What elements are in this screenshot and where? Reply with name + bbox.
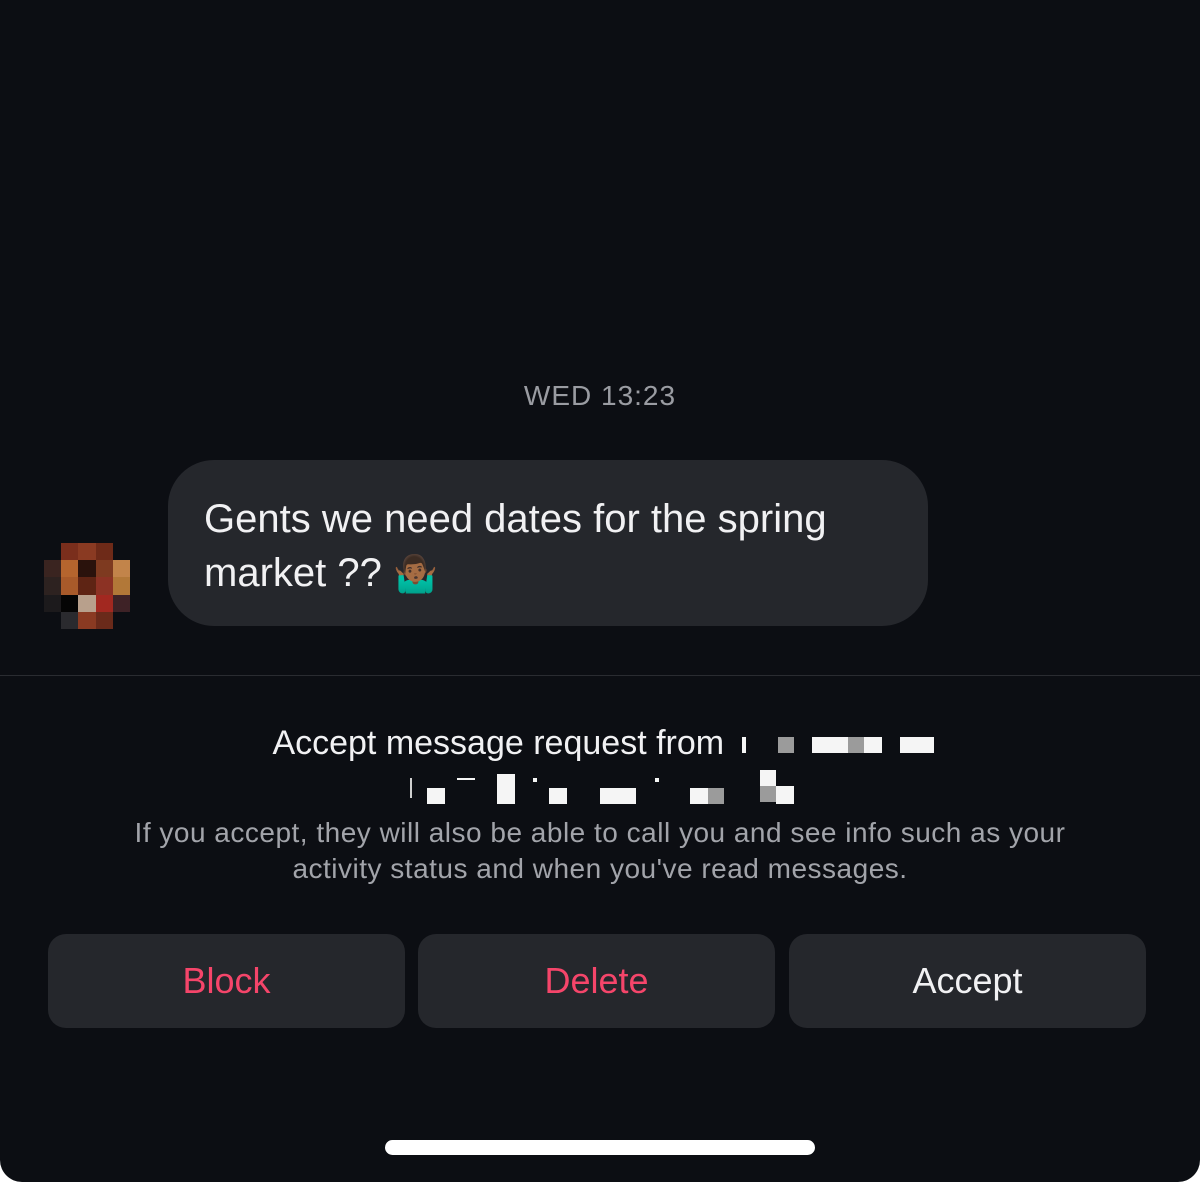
request-info-line-1: If you accept, they will also be able to… xyxy=(134,817,1066,848)
block-button[interactable]: Block xyxy=(48,934,405,1028)
message-text-line-2: market ?? 🤷🏾‍♂️ xyxy=(204,546,892,601)
accept-button[interactable]: Accept xyxy=(789,934,1146,1028)
message-bubble[interactable]: Gents we need dates for the spring marke… xyxy=(168,460,928,626)
request-title-text: Accept message request from xyxy=(272,724,725,762)
request-info: If you accept, they will also be able to… xyxy=(60,815,1140,887)
message-text-line-2-text: market ?? xyxy=(204,551,382,595)
redacted-username xyxy=(738,737,934,754)
message-request-screen: WED 13:23 Gents we need dates for the sp… xyxy=(0,0,1200,1182)
shrug-emoji-icon: 🤷🏾‍♂️ xyxy=(392,553,438,594)
home-indicator[interactable] xyxy=(385,1140,815,1155)
divider xyxy=(0,675,1200,676)
sender-avatar[interactable] xyxy=(44,543,130,629)
redacted-handle xyxy=(405,770,805,806)
message-text-line-1: Gents we need dates for the spring xyxy=(204,497,827,541)
request-title: Accept message request from xyxy=(0,724,1200,763)
request-info-line-2: activity status and when you've read mes… xyxy=(292,853,908,884)
message-timestamp: WED 13:23 xyxy=(523,380,677,411)
delete-button[interactable]: Delete xyxy=(418,934,775,1028)
